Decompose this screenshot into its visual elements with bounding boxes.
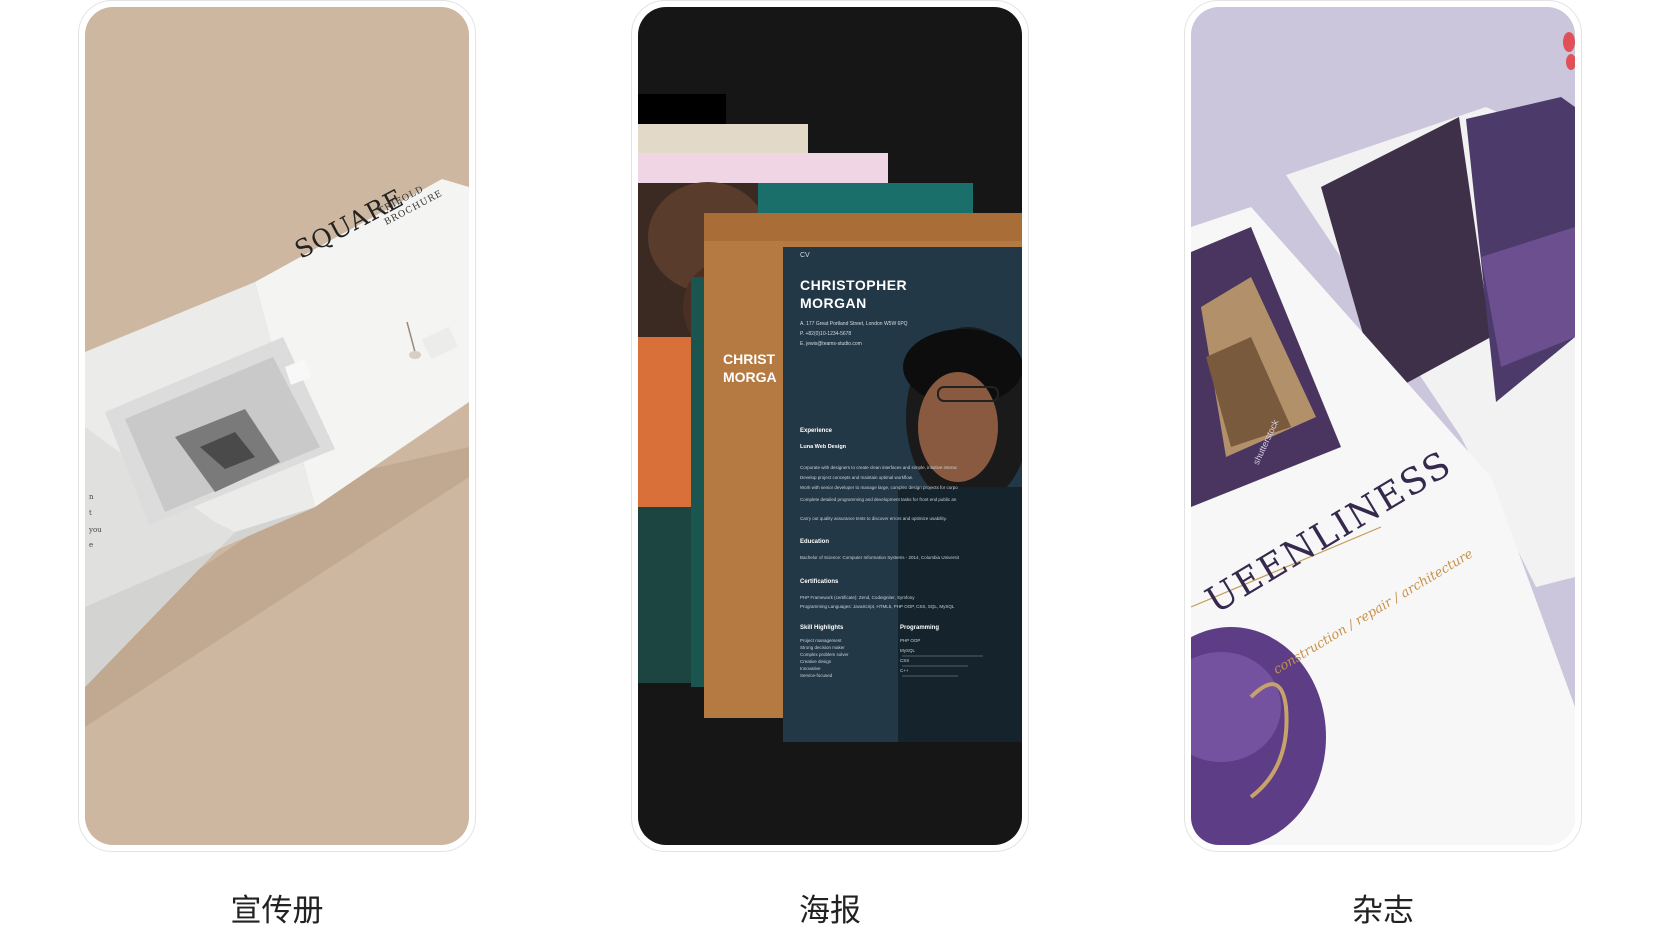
job-title: Luna Web Design — [800, 444, 847, 450]
programming-item: MySQL — [900, 648, 916, 653]
svg-text:you: you — [88, 526, 102, 534]
caption-poster: 海报 — [799, 893, 861, 929]
job-line: Complete detailed programming and develo… — [800, 497, 957, 502]
programming-item: C++ — [900, 668, 909, 673]
card-brochure[interactable]: n t you e SQUARE TRIFOLD BROCHURE 宣传册 — [78, 0, 476, 927]
skills-heading: Skill Highlights — [800, 625, 844, 631]
job-line: Corporate with designers to create clean… — [800, 465, 958, 470]
certifications-heading: Certifications — [800, 579, 839, 585]
resume-phone: P. +82(0)10-1234-5678 — [800, 331, 852, 337]
caption-brochure: 宣传册 — [230, 893, 324, 929]
programming-item: PHP OOP — [900, 638, 921, 643]
magazine-illustration — [1191, 32, 1575, 845]
resume-email: E. jewis@teams-studio.com — [800, 341, 862, 347]
brochure-preview-image: n t you e SQUARE TRIFOLD BROCHURE — [85, 7, 469, 845]
caption-magazine: 杂志 — [1352, 893, 1414, 929]
svg-text:t: t — [89, 509, 92, 517]
programming-item: CSS — [900, 658, 910, 663]
cv-label: CV — [800, 252, 810, 259]
skill-item: Project management — [800, 638, 842, 643]
cert-line: PHP Framework (certificate): Zend, Codei… — [800, 595, 915, 600]
job-line: Work with senior developer to manage lar… — [800, 485, 958, 490]
poster-preview-image: CHRIST MORGA CV CHRISTOPHER MORGAN A. 17… — [638, 7, 1022, 845]
job-line: Develop project concepts and maintain op… — [800, 475, 914, 480]
magazine-preview-image: UEENLINESS construction / repair / archi… — [1191, 7, 1575, 845]
job-line: Carry out quality assurance tests to dis… — [800, 516, 947, 521]
svg-text:e: e — [89, 541, 93, 549]
skill-item: Innovative — [800, 666, 821, 671]
back-resume-name-2: MORGA — [723, 369, 777, 385]
card-magazine[interactable]: UEENLINESS construction / repair / archi… — [1184, 0, 1582, 927]
cert-line: Programming Languages: JavaScript, HTML5… — [800, 604, 955, 609]
education-heading: Education — [800, 539, 830, 545]
poster-illustration — [638, 94, 1022, 742]
svg-text:n: n — [89, 493, 94, 501]
resume-name-first: CHRISTOPHER — [800, 277, 908, 293]
resume-address: A. 177 Great Portland Street, London W5W… — [800, 321, 908, 327]
skill-item: Strong decision maker — [800, 645, 845, 650]
back-resume-name-1: CHRIST — [723, 351, 776, 367]
experience-heading: Experience — [800, 428, 833, 434]
resume-name-last: MORGAN — [800, 295, 867, 311]
card-poster[interactable]: CHRIST MORGA CV CHRISTOPHER MORGAN A. 17… — [631, 0, 1029, 927]
skill-item: Complex problem solver — [800, 652, 849, 657]
education-line: Bachelor of Science: Computer Informatio… — [800, 555, 959, 560]
brochure-illustration: n t you e — [85, 179, 469, 727]
programming-heading: Programming — [900, 625, 940, 631]
skill-item: Service-focused — [800, 673, 833, 678]
skill-item: Creative design — [800, 659, 832, 664]
